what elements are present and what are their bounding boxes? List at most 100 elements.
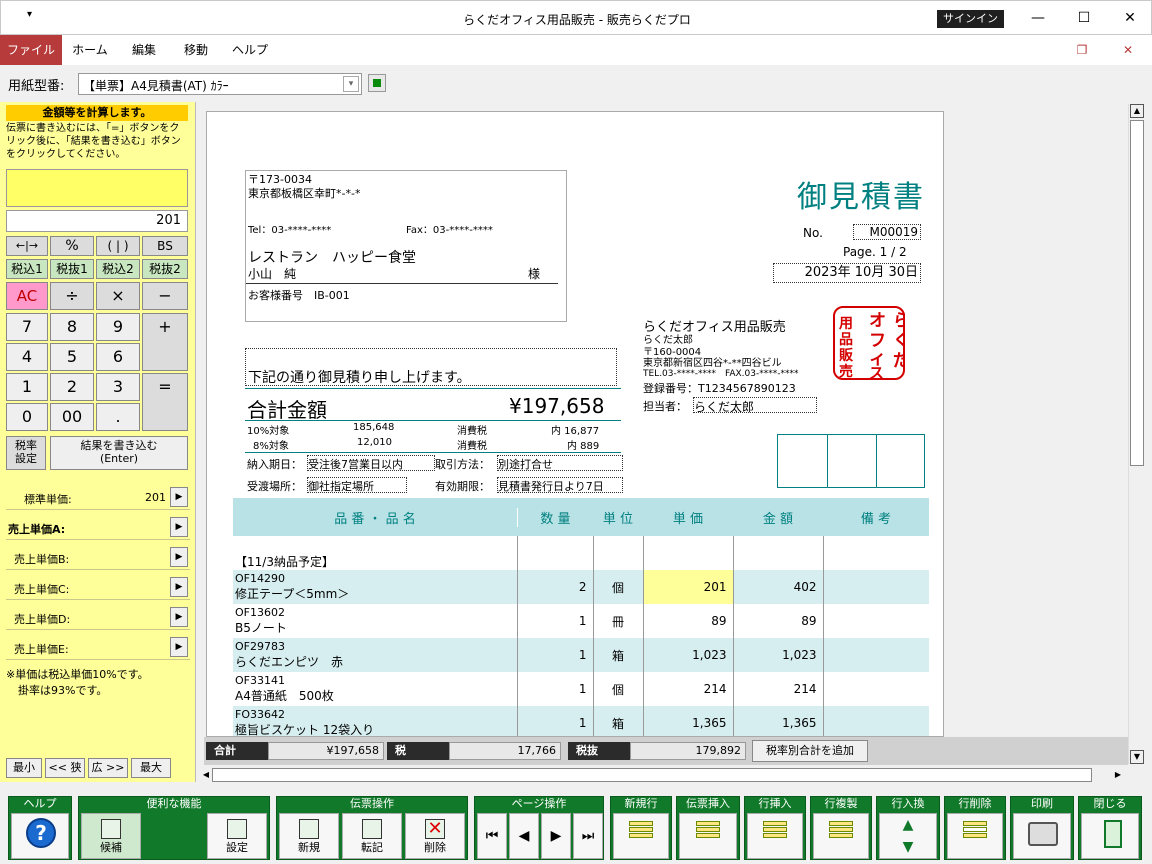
- item-qty[interactable]: 1: [517, 706, 594, 736]
- table-row[interactable]: OF29783 らくだエンピツ 赤 1 箱 1,023 1,023: [233, 638, 929, 672]
- item-price[interactable]: 1,023: [643, 638, 734, 672]
- item-name[interactable]: A4普通紙 500枚: [233, 687, 517, 704]
- tax-in2-button[interactable]: 税込2: [96, 259, 140, 279]
- table-row[interactable]: 【11/3納品予定】: [233, 536, 929, 570]
- vertical-scroll-thumb[interactable]: [1130, 120, 1144, 466]
- cursor-move-button[interactable]: ←|→: [6, 236, 48, 256]
- complement-button[interactable]: 候補: [81, 813, 141, 859]
- slip-insert-button[interactable]: [679, 813, 737, 859]
- next-page-button[interactable]: ▶: [541, 813, 571, 859]
- doc-close-icon[interactable]: ✕: [1118, 35, 1138, 65]
- prev-page-button[interactable]: ◀: [509, 813, 539, 859]
- close-icon[interactable]: ✕: [1107, 5, 1152, 31]
- item-qty[interactable]: 1: [517, 638, 594, 672]
- multiply-button[interactable]: ×: [96, 282, 140, 310]
- backspace-button[interactable]: BS: [142, 236, 188, 256]
- item-qty[interactable]: 1: [517, 604, 594, 638]
- key-4[interactable]: 4: [6, 343, 48, 371]
- scroll-left-icon[interactable]: ◀: [200, 768, 212, 782]
- tax-in1-button[interactable]: 税込1: [6, 259, 48, 279]
- format-select[interactable]: 【単票】A4見積書(AT) ｶﾗｰ ▾: [78, 73, 362, 95]
- item-note[interactable]: [823, 570, 929, 604]
- key-dot[interactable]: .: [96, 403, 140, 431]
- customer-name[interactable]: レストラン ハッピー食堂: [248, 247, 416, 267]
- divide-button[interactable]: ÷: [50, 282, 94, 310]
- view-wide-button[interactable]: 広 >>: [88, 758, 128, 778]
- signin-button[interactable]: サインイン: [937, 10, 1004, 28]
- row-insert-button[interactable]: [747, 813, 803, 859]
- doc-no-value[interactable]: M00019: [853, 224, 921, 240]
- chevron-down-icon[interactable]: ▾: [343, 76, 359, 92]
- payment-value[interactable]: 別途打合せ: [497, 455, 623, 471]
- tab-file[interactable]: ファイル: [0, 35, 62, 65]
- first-page-button[interactable]: ⏮: [477, 813, 507, 859]
- table-row[interactable]: OF14290 修正テープ＜5mm＞ 2 個 201 402: [233, 570, 929, 604]
- customer-person[interactable]: 小山 純: [248, 265, 296, 282]
- key-9[interactable]: 9: [96, 313, 140, 341]
- format-apply-button[interactable]: [368, 74, 386, 92]
- tab-help[interactable]: ヘルプ: [230, 35, 270, 65]
- add-rate-total-button[interactable]: 税率別合計を追加: [752, 740, 868, 762]
- tab-edit[interactable]: 編集: [126, 35, 162, 65]
- place-value[interactable]: 御社指定場所: [307, 477, 407, 493]
- tab-home[interactable]: ホーム: [70, 35, 110, 65]
- scroll-up-icon[interactable]: ▲: [1130, 104, 1144, 118]
- item-name[interactable]: らくだエンピツ 赤: [233, 653, 517, 670]
- item-unit[interactable]: 箱: [593, 706, 644, 736]
- item-note[interactable]: [823, 672, 929, 706]
- key-7[interactable]: 7: [6, 313, 48, 341]
- close-button[interactable]: [1081, 813, 1139, 859]
- key-00[interactable]: 00: [50, 403, 94, 431]
- item-unit[interactable]: 個: [593, 672, 644, 706]
- delete-slip-button[interactable]: ✕ 削除: [405, 813, 465, 859]
- item-price[interactable]: 89: [643, 604, 734, 638]
- vertical-scrollbar[interactable]: ▲ ▼: [1128, 104, 1144, 764]
- price-b-arrow-icon[interactable]: ▶: [170, 547, 188, 567]
- key-6[interactable]: 6: [96, 343, 140, 371]
- item-name[interactable]: 修正テープ＜5mm＞: [233, 585, 517, 602]
- item-note[interactable]: [823, 638, 929, 672]
- minus-button[interactable]: −: [142, 282, 188, 310]
- item-qty[interactable]: 1: [517, 672, 594, 706]
- help-button[interactable]: ?: [11, 813, 69, 859]
- item-unit[interactable]: 箱: [593, 638, 644, 672]
- customer-number[interactable]: お客様番号 IB-001: [248, 287, 350, 303]
- all-clear-button[interactable]: AC: [6, 282, 48, 310]
- row-copy-button[interactable]: [813, 813, 869, 859]
- price-a-arrow-icon[interactable]: ▶: [170, 517, 188, 537]
- percent-button[interactable]: %: [50, 236, 94, 256]
- item-unit[interactable]: 冊: [593, 604, 644, 638]
- paren-button[interactable]: ( | ): [96, 236, 140, 256]
- price-c-arrow-icon[interactable]: ▶: [170, 577, 188, 597]
- item-price[interactable]: 214: [643, 672, 734, 706]
- item-qty[interactable]: 2: [517, 570, 594, 604]
- last-page-button[interactable]: ⏭: [573, 813, 603, 859]
- group-label[interactable]: 【11/3納品予定】: [233, 536, 518, 570]
- valid-value[interactable]: 見積書発行日より7日: [497, 477, 623, 493]
- table-row[interactable]: FO33642 極旨ビスケット 12袋入り 1 箱 1,365 1,365: [233, 706, 929, 736]
- staff-name[interactable]: らくだ太郎: [693, 397, 817, 414]
- print-button[interactable]: [1013, 813, 1071, 859]
- key-2[interactable]: 2: [50, 373, 94, 401]
- view-max-button[interactable]: 最大: [131, 758, 171, 778]
- price-e-arrow-icon[interactable]: ▶: [170, 637, 188, 657]
- horizontal-scroll-thumb[interactable]: [212, 768, 1092, 782]
- doc-date[interactable]: 2023年 10月 30日: [773, 263, 921, 283]
- item-price-active[interactable]: 201: [643, 570, 734, 604]
- key-8[interactable]: 8: [50, 313, 94, 341]
- horizontal-scrollbar[interactable]: ◀ ▶: [198, 767, 1128, 783]
- scroll-down-icon[interactable]: ▼: [1130, 750, 1144, 764]
- view-narrow-button[interactable]: << 狭: [45, 758, 85, 778]
- greeting-box[interactable]: 下記の通り御見積り申し上げます。: [245, 348, 617, 386]
- tax-ex1-button[interactable]: 税抜1: [50, 259, 94, 279]
- write-result-button[interactable]: 結果を書き込む (Enter): [50, 436, 188, 470]
- equals-button[interactable]: =: [142, 373, 188, 431]
- delivery-value[interactable]: 受注後7営業日以内: [307, 455, 435, 471]
- table-row[interactable]: OF33141 A4普通紙 500枚 1 個 214 214: [233, 672, 929, 706]
- tab-move[interactable]: 移動: [178, 35, 214, 65]
- key-3[interactable]: 3: [96, 373, 140, 401]
- transfer-button[interactable]: 転記: [342, 813, 402, 859]
- tax-setting-button[interactable]: 税率 設定: [6, 436, 46, 470]
- key-5[interactable]: 5: [50, 343, 94, 371]
- item-name[interactable]: 極旨ビスケット 12袋入り: [233, 721, 517, 736]
